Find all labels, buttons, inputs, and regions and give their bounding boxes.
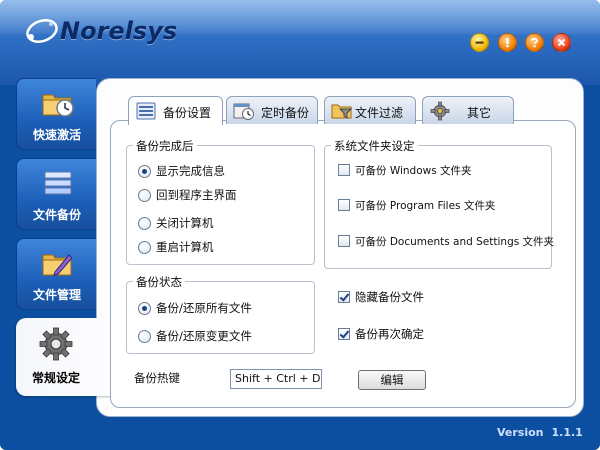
- checkbox[interactable]: [338, 291, 350, 303]
- close-icon: [557, 38, 566, 47]
- group-title: 系统文件夹设定: [331, 138, 418, 154]
- minimize-icon: [475, 41, 484, 44]
- tab-backup-settings[interactable]: 备份设置: [128, 96, 223, 125]
- logo-mark-icon: [26, 19, 58, 43]
- sidebar-item-quick-activate[interactable]: 快速激活: [16, 78, 96, 150]
- folder-pen-icon: [42, 254, 73, 276]
- radio-button[interactable]: [138, 188, 151, 202]
- radio-all-files[interactable]: 备份/还原所有文件: [138, 300, 252, 316]
- sidebar-item-file-backup[interactable]: 文件备份: [16, 158, 96, 230]
- radio-shutdown[interactable]: 关闭计算机: [138, 215, 214, 231]
- radio-label: 备份/还原所有文件: [156, 301, 252, 315]
- checkbox-label: 可备份 Windows 文件夹: [355, 164, 472, 177]
- sidebar-item-label: 文件备份: [32, 208, 81, 222]
- tab-label: 文件过滤: [355, 106, 404, 120]
- gear-icon: [39, 327, 73, 361]
- radio-button[interactable]: [138, 329, 151, 343]
- radio-show-complete-info[interactable]: 显示完成信息: [138, 163, 225, 179]
- list-icon: [136, 102, 156, 120]
- radio-label: 显示完成信息: [156, 164, 225, 178]
- checkbox-confirm-backup[interactable]: 备份再次确定: [338, 326, 424, 342]
- stack-icon: [44, 171, 72, 195]
- help-icon: [531, 37, 538, 48]
- checkbox-label: 可备份 Program Files 文件夹: [355, 199, 496, 212]
- close-button[interactable]: [552, 33, 571, 52]
- hotkey-input[interactable]: Shift + Ctrl + D: [230, 369, 322, 389]
- checkbox[interactable]: [338, 164, 350, 176]
- radio-label: 关闭计算机: [156, 216, 214, 230]
- radio-label: 备份/还原变更文件: [156, 329, 252, 343]
- checkbox-label: 隐藏备份文件: [355, 290, 424, 304]
- tab-scheduled-backup[interactable]: 定时备份: [226, 96, 318, 124]
- checkbox-label: 可备份 Documents and Settings 文件夹: [355, 235, 555, 248]
- help-button[interactable]: [525, 33, 544, 52]
- radio-restart[interactable]: 重启计算机: [138, 239, 214, 255]
- calendar-clock-icon: [233, 103, 254, 120]
- radio-label: 重启计算机: [156, 240, 214, 254]
- checkbox[interactable]: [338, 328, 350, 340]
- folder-clock-icon: [42, 94, 74, 117]
- warning-button[interactable]: [498, 33, 517, 52]
- version-info: Version 1.1.1: [497, 426, 583, 439]
- version-label: Version: [497, 426, 544, 439]
- warning-icon: [506, 38, 509, 48]
- tab-label: 定时备份: [261, 106, 310, 120]
- checkbox[interactable]: [338, 199, 350, 211]
- sidebar-item-general-settings[interactable]: 常规设定: [16, 318, 112, 396]
- minimize-button[interactable]: [470, 33, 489, 52]
- brand-name: Norelsys: [60, 17, 178, 45]
- checkbox-program-files-folder[interactable]: 可备份 Program Files 文件夹: [338, 197, 495, 213]
- radio-changed-files[interactable]: 备份/还原变更文件: [138, 328, 252, 344]
- radio-button[interactable]: [138, 216, 151, 230]
- title-bar[interactable]: Norelsys: [0, 0, 600, 85]
- sidebar-item-label: 文件管理: [32, 288, 81, 302]
- checkbox[interactable]: [338, 235, 350, 247]
- folder-filter-icon: [331, 104, 353, 119]
- tab-label: 其它: [467, 106, 492, 120]
- checkbox-windows-folder[interactable]: 可备份 Windows 文件夹: [338, 162, 472, 178]
- group-title: 备份状态: [133, 274, 185, 290]
- radio-button[interactable]: [138, 240, 151, 254]
- radio-return-main[interactable]: 回到程序主界面: [138, 187, 237, 203]
- checkbox-hide-backup-files[interactable]: 隐藏备份文件: [338, 289, 424, 305]
- app-window: Norelsys 快速激活 文件备份 文件管理 常规设定 备份设置 定时备份 文…: [0, 0, 600, 450]
- version-number: 1.1.1: [551, 426, 583, 439]
- gear-icon: [430, 101, 450, 121]
- edit-hotkey-button[interactable]: 编辑: [358, 370, 426, 390]
- checkbox-documents-settings-folder[interactable]: 可备份 Documents and Settings 文件夹: [338, 233, 554, 249]
- sidebar-item-file-manage[interactable]: 文件管理: [16, 238, 96, 310]
- sidebar-item-label: 常规设定: [31, 371, 80, 385]
- tab-label: 备份设置: [163, 106, 212, 120]
- radio-button[interactable]: [138, 301, 151, 315]
- group-title: 备份完成后: [133, 138, 197, 154]
- tab-file-filter[interactable]: 文件过滤: [324, 96, 416, 124]
- tab-other[interactable]: 其它: [422, 96, 514, 124]
- sidebar-item-label: 快速激活: [32, 128, 81, 142]
- radio-button[interactable]: [138, 164, 151, 178]
- radio-label: 回到程序主界面: [156, 188, 237, 202]
- hotkey-label: 备份热键: [134, 371, 180, 385]
- checkbox-label: 备份再次确定: [355, 327, 424, 341]
